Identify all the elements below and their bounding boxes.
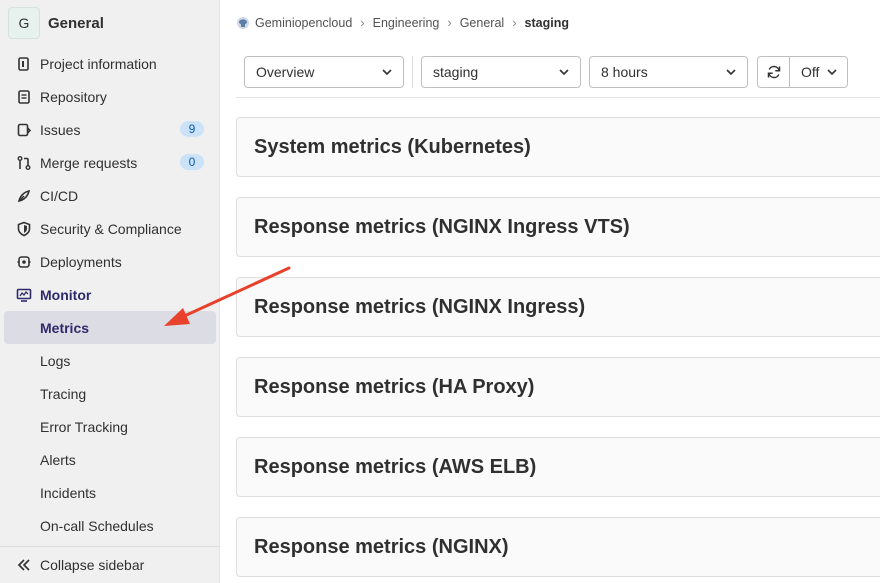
sidebar-item-deployments[interactable]: Deployments — [0, 245, 220, 278]
merge-request-icon — [16, 155, 32, 171]
chevron-down-icon — [382, 69, 392, 76]
sidebar-item-label: Monitor — [40, 286, 92, 303]
metrics-panel-group[interactable]: System metrics (Kubernetes) — [236, 117, 880, 177]
breadcrumb-current[interactable]: staging — [525, 16, 569, 30]
dashboard-filters: Overview staging 8 hours Off — [236, 48, 880, 98]
environment-select-value: staging — [433, 64, 479, 80]
metrics-panel-group[interactable]: Response metrics (NGINX) — [236, 517, 880, 577]
metrics-panel-group[interactable]: Response metrics (NGINX Ingress) — [236, 277, 880, 337]
main-content: Geminiopencloud › Engineering › General … — [220, 0, 880, 583]
shield-icon — [16, 221, 32, 237]
panel-group-title: Response metrics (AWS ELB) — [254, 455, 537, 478]
monitor-icon — [16, 287, 32, 303]
panel-group-title: System metrics (Kubernetes) — [254, 135, 531, 158]
sidebar-item-security-compliance[interactable]: Security & Compliance — [0, 212, 220, 245]
chevron-down-icon — [726, 69, 736, 76]
sidebar-item-repository[interactable]: Repository — [0, 80, 220, 113]
sidebar-item-label: Deployments — [40, 253, 122, 270]
refresh-icon — [767, 65, 780, 79]
panel-group-title: Response metrics (HA Proxy) — [254, 375, 535, 398]
chevron-down-icon — [827, 69, 837, 76]
sidebar-item-label: CI/CD — [40, 187, 79, 204]
sidebar-item-monitor[interactable]: Monitor — [0, 278, 220, 311]
dashboard-select-value: Overview — [256, 64, 315, 80]
rocket-icon — [16, 188, 32, 204]
panel-group-title: Response metrics (NGINX) — [254, 535, 509, 558]
issues-count-badge: 9 — [180, 121, 204, 137]
sidebar-subitem-tracing[interactable]: Tracing — [0, 377, 220, 410]
sidebar-subitem-metrics[interactable]: Metrics — [4, 311, 216, 344]
sidebar-subitem-logs[interactable]: Logs — [0, 344, 220, 377]
project-avatar: G — [8, 7, 40, 39]
sidebar-item-label: Merge requests — [40, 154, 138, 171]
sidebar-item-project-information[interactable]: Project information — [0, 47, 220, 80]
breadcrumb-chevron-icon: › — [512, 15, 517, 30]
sidebar: G General Project information Repository… — [0, 0, 220, 583]
collapse-sidebar-label: Collapse sidebar — [40, 557, 145, 573]
collapse-sidebar-button[interactable]: Collapse sidebar — [0, 546, 220, 583]
metrics-panel-group[interactable]: Response metrics (HA Proxy) — [236, 357, 880, 417]
breadcrumb-chevron-icon: › — [360, 15, 365, 30]
chevron-down-icon — [559, 69, 569, 76]
time-range-select-value: 8 hours — [601, 64, 648, 80]
sidebar-item-label: Security & Compliance — [40, 220, 182, 237]
issues-icon — [16, 122, 32, 138]
metrics-panel-list: System metrics (Kubernetes) Response met… — [236, 117, 880, 583]
project-header[interactable]: G General — [8, 7, 104, 39]
sidebar-item-label: Repository — [40, 88, 107, 105]
deployments-icon — [16, 254, 32, 270]
sidebar-subitem-error-tracking[interactable]: Error Tracking — [0, 410, 220, 443]
time-range-select[interactable]: 8 hours — [589, 56, 748, 88]
project-info-icon — [16, 56, 32, 72]
metrics-panel-group[interactable]: Response metrics (AWS ELB) — [236, 437, 880, 497]
project-name: General — [48, 14, 104, 32]
breadcrumb: Geminiopencloud › Engineering › General … — [236, 15, 569, 30]
filter-divider — [412, 56, 413, 88]
breadcrumb-item[interactable]: General — [460, 16, 504, 30]
sidebar-subitem-alerts[interactable]: Alerts — [0, 443, 220, 476]
metrics-panel-group[interactable]: Response metrics (NGINX Ingress VTS) — [236, 197, 880, 257]
dashboard-select[interactable]: Overview — [244, 56, 404, 88]
sidebar-item-merge-requests[interactable]: Merge requests 0 — [0, 146, 220, 179]
group-logo-icon — [236, 16, 250, 30]
repository-icon — [16, 89, 32, 105]
sidebar-item-label: Issues — [40, 121, 81, 138]
sidebar-subitem-on-call-schedules[interactable]: On-call Schedules — [0, 509, 220, 542]
merge-requests-count-badge: 0 — [180, 154, 204, 170]
refresh-button[interactable] — [757, 56, 790, 88]
breadcrumb-chevron-icon: › — [447, 15, 452, 30]
sidebar-item-cicd[interactable]: CI/CD — [0, 179, 220, 212]
environment-select[interactable]: staging — [421, 56, 581, 88]
sidebar-subitem-incidents[interactable]: Incidents — [0, 476, 220, 509]
breadcrumb-item[interactable]: Geminiopencloud — [255, 16, 352, 30]
double-chevron-left-icon — [16, 557, 32, 573]
sidebar-nav: Project information Repository Issues 9 … — [0, 47, 220, 542]
panel-group-title: Response metrics (NGINX Ingress) — [254, 295, 586, 318]
breadcrumb-item[interactable]: Engineering — [373, 16, 440, 30]
sidebar-item-issues[interactable]: Issues 9 — [0, 113, 220, 146]
sidebar-item-label: Project information — [40, 55, 157, 72]
panel-group-title: Response metrics (NGINX Ingress VTS) — [254, 215, 630, 238]
refresh-rate-select[interactable]: Off — [789, 56, 848, 88]
refresh-rate-value: Off — [801, 64, 820, 80]
